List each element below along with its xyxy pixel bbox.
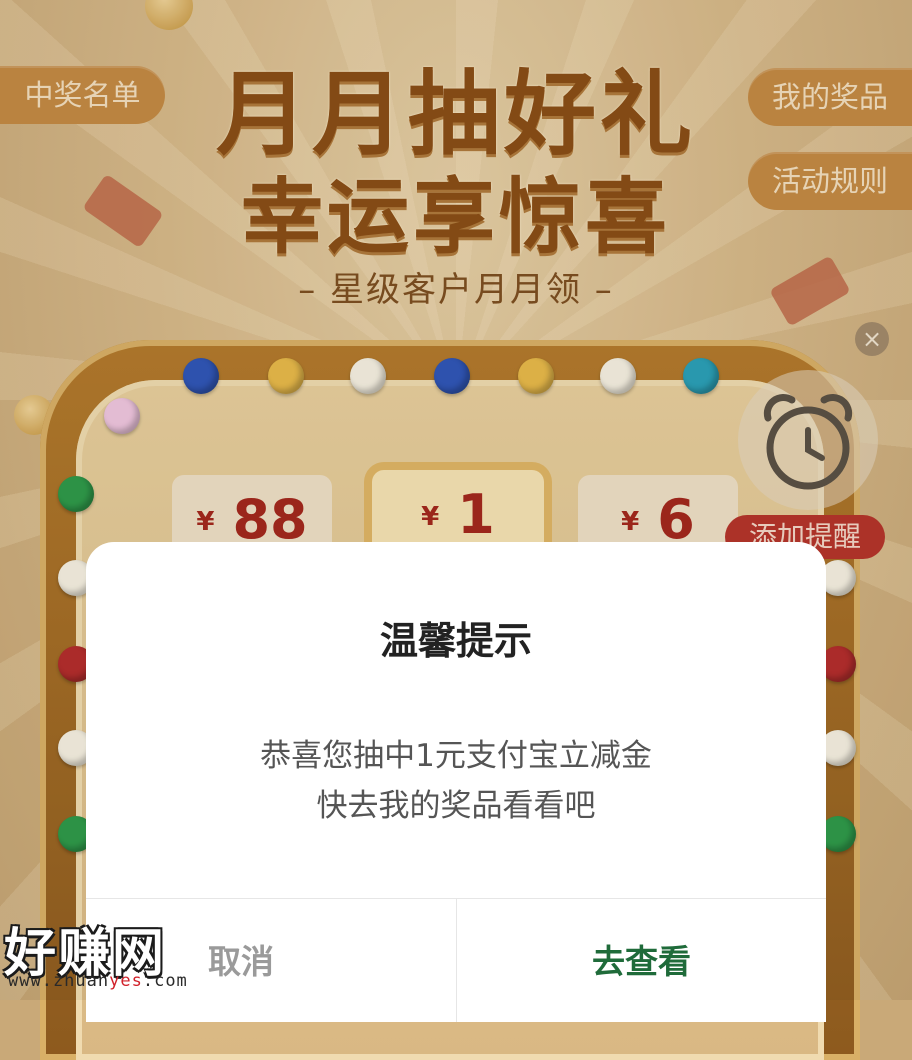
cancel-button-label: 取消	[208, 942, 274, 981]
dialog-message-line1: 恭喜您抽中1元支付宝立减金	[260, 738, 652, 774]
dialog-message-line2: 快去我的奖品看看吧	[316, 788, 596, 824]
dialog-title: 温馨提示	[379, 619, 532, 663]
cancel-button[interactable]: 取消	[86, 898, 456, 1022]
tip-dialog: 温馨提示 恭喜您抽中1元支付宝立减金 快去我的奖品看看吧 取消 去查看	[86, 542, 826, 1022]
view-prize-button[interactable]: 去查看	[457, 898, 826, 1022]
